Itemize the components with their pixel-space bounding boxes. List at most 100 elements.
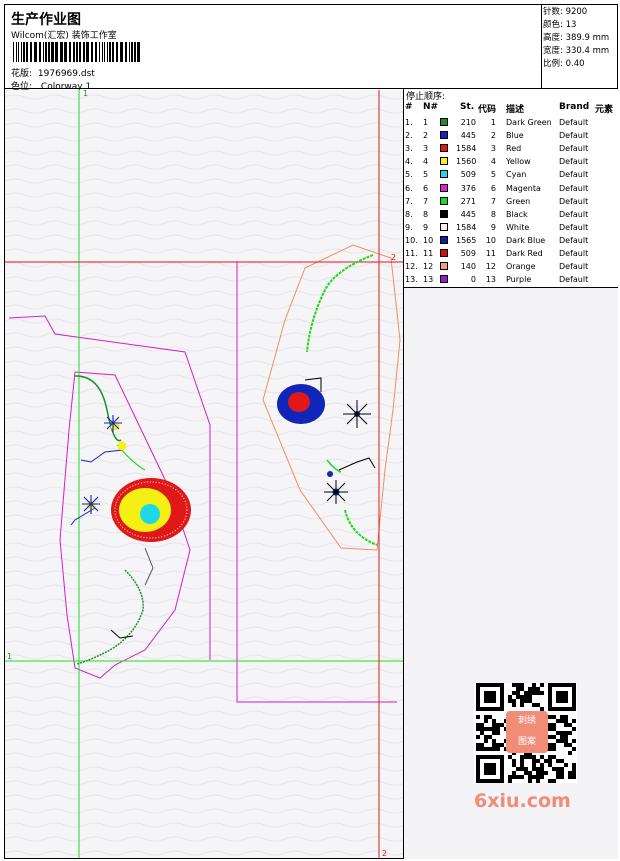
row-desc: Dark Blue — [506, 235, 546, 245]
row-code: 3 — [490, 144, 496, 154]
row-n: 7 — [423, 196, 429, 206]
row-code: 7 — [490, 196, 496, 206]
row-brand: Default — [559, 275, 589, 285]
row-num: 5. — [405, 170, 413, 180]
row-code: 1 — [490, 118, 496, 127]
row-num: 10. — [405, 235, 418, 245]
stop-sequence-title: 停止顺序: — [406, 92, 446, 102]
row-stitches: 1565 — [456, 235, 477, 245]
row-stitches: 509 — [460, 170, 476, 180]
row-num: 12. — [405, 262, 418, 272]
row-n: 13 — [423, 275, 434, 285]
col-brand: Brand — [559, 102, 590, 112]
row-stitches: 1560 — [456, 157, 477, 167]
stop-sequence-table: 停止顺序: # N# St. 代码 描述 Brand 元素 1. 1 210 1 Dar… — [404, 89, 618, 288]
row-num: 8. — [405, 209, 413, 219]
row-n: 1 — [423, 118, 429, 127]
table-row: 12. 12 140 12 Orange Default — [404, 260, 618, 273]
row-brand: Default — [559, 118, 589, 127]
row-stitches: 509 — [460, 249, 476, 258]
row-code: 8 — [490, 209, 496, 219]
row-num: 9. — [405, 222, 413, 232]
table-row: 9. 9 1584 9 White Default — [404, 221, 618, 234]
table-row: 5. 5 509 5 Cyan Default — [404, 168, 618, 181]
table-row: 8. 8 445 8 Black Default — [404, 208, 618, 221]
header-panel: 生产作业图 Wilcom(汇宏) 装饰工作室 花版: 1976969.dst 色… — [4, 4, 542, 92]
table-row: 3. 3 1584 3 Red Default — [404, 142, 618, 155]
row-desc: Red — [506, 144, 522, 154]
row-num: 1. — [405, 118, 413, 127]
stat-scale: 比例: 0.40 — [543, 59, 585, 69]
row-code: 5 — [490, 170, 496, 180]
row-stitches: 140 — [460, 262, 476, 272]
row-n: 3 — [423, 144, 429, 154]
row-brand: Default — [559, 209, 589, 219]
row-stitches: 1584 — [456, 144, 477, 154]
row-stitches: 445 — [460, 209, 476, 219]
table-row: 7. 7 271 7 Green Default — [404, 195, 618, 208]
row-code: 6 — [490, 183, 496, 193]
row-brand: Default — [559, 249, 589, 258]
table-row: 10. 10 1565 10 Dark Blue Default — [404, 234, 618, 247]
design-canvas: 1 1 2 2 — [5, 89, 403, 858]
col-num: # — [405, 102, 413, 112]
row-n: 9 — [423, 222, 429, 232]
design-file-row: 花版: 1976969.dst — [11, 66, 95, 79]
stats-panel: 针数: 9200 颜色: 13 高度: 389.9 mm 宽度: 330.4 m… — [542, 4, 618, 89]
row-stitches: 445 — [460, 131, 476, 141]
row-desc: Cyan — [506, 170, 527, 180]
row-n: 2 — [423, 131, 429, 141]
row-stitches: 0 — [470, 275, 476, 285]
guide-label-bottom-2: 2 — [382, 849, 387, 858]
guide-label-left-1: 1 — [7, 652, 12, 661]
row-desc: Magenta — [506, 183, 541, 193]
barcode — [13, 42, 140, 62]
row-num: 7. — [405, 196, 413, 206]
row-brand: Default — [559, 235, 589, 245]
guide-label-right-2: 2 — [391, 253, 396, 262]
col-desc: 描述 — [506, 105, 525, 115]
row-n: 8 — [423, 209, 429, 219]
col-st: St. — [460, 102, 475, 112]
row-brand: Default — [559, 196, 589, 206]
watermark-text: 6xiu.com — [474, 790, 571, 812]
row-desc: Blue — [506, 131, 524, 141]
row-brand: Default — [559, 183, 589, 193]
row-num: 11. — [405, 249, 418, 258]
page-title: 生产作业图 — [11, 12, 81, 28]
stat-stitches: 针数: 9200 — [543, 7, 588, 17]
row-code: 11 — [485, 249, 496, 258]
design-file-value: 1976969.dst — [37, 69, 95, 79]
stat-height: 高度: 389.9 mm — [543, 33, 610, 43]
embroidery-preview: 1 1 2 2 — [5, 89, 403, 858]
row-code: 4 — [490, 157, 496, 167]
row-desc: Dark Green — [506, 118, 552, 127]
row-num: 6. — [405, 183, 413, 193]
table-header: # N# St. 代码 描述 Brand 元素 — [404, 102, 618, 115]
studio-name: Wilcom(汇宏) 装饰工作室 — [11, 31, 117, 41]
row-n: 12 — [423, 262, 434, 272]
row-stitches: 271 — [460, 196, 476, 206]
row-desc: Green — [506, 196, 531, 206]
table-row: 4. 4 1560 4 Yellow Default — [404, 155, 618, 168]
row-desc: Orange — [506, 262, 536, 272]
row-n: 4 — [423, 157, 429, 167]
qr-center-logo: 刺绣 图案 — [506, 711, 548, 753]
row-brand: Default — [559, 131, 589, 141]
table-row: 2. 2 445 2 Blue Default — [404, 129, 618, 142]
col-element: 元素 — [595, 105, 614, 115]
row-code: 10 — [485, 235, 496, 245]
row-num: 3. — [405, 144, 413, 154]
row-brand: Default — [559, 222, 589, 232]
qr-code: 刺绣 图案 — [474, 683, 577, 783]
row-code: 9 — [490, 222, 496, 232]
row-code: 13 — [485, 275, 496, 285]
row-n: 10 — [423, 235, 434, 245]
row-brand: Default — [559, 157, 589, 167]
design-file-label: 花版: — [11, 69, 33, 79]
row-desc: Yellow — [506, 157, 531, 167]
row-stitches: 376 — [460, 183, 476, 193]
row-n: 5 — [423, 170, 429, 180]
guide-label-top-1: 1 — [83, 90, 88, 98]
table-row: 6. 6 376 6 Magenta Default — [404, 182, 618, 195]
